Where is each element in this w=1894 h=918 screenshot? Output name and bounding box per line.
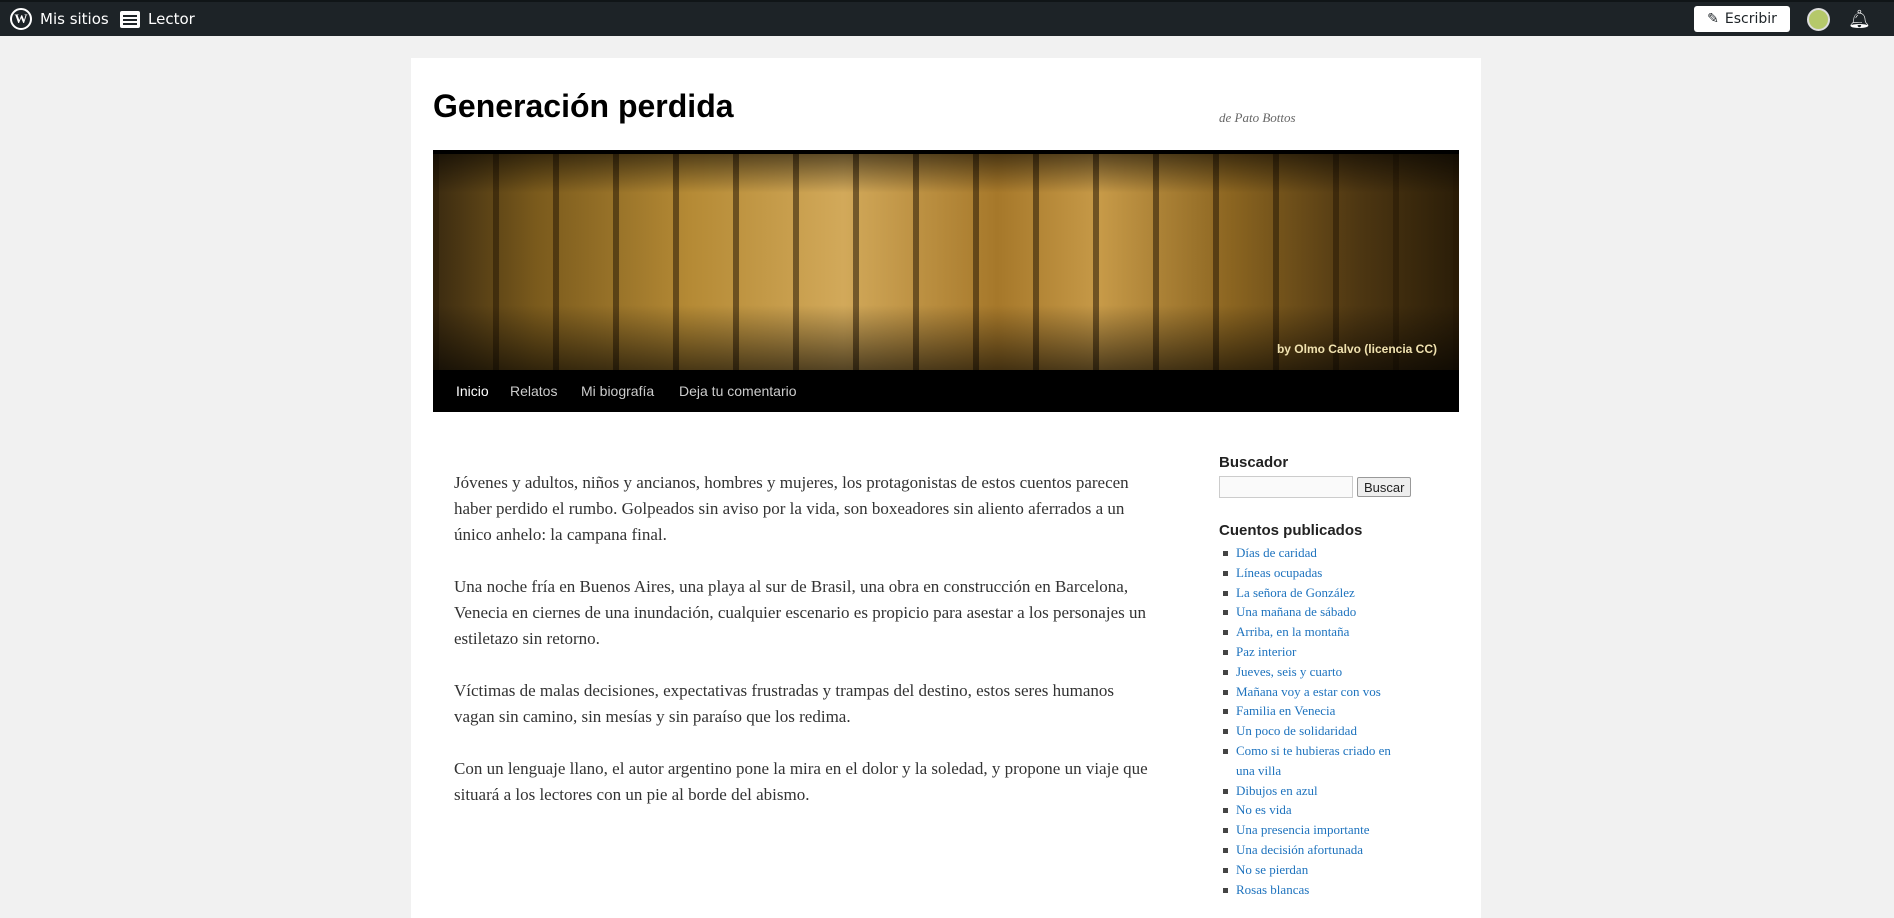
write-button[interactable]: ✎ Escribir: [1694, 6, 1790, 32]
page-container: Generación perdida de Pato Bottos by Olm…: [411, 58, 1481, 918]
story-link[interactable]: Arriba, en la montaña: [1219, 622, 1409, 642]
header-image: by Olmo Calvo (licencia CC): [433, 150, 1459, 370]
pen-icon: ✎: [1707, 11, 1719, 27]
search-widget-title: Buscador: [1219, 454, 1289, 471]
story-link[interactable]: No es vida: [1219, 800, 1409, 820]
avatar[interactable]: [1807, 8, 1830, 31]
my-sites-label: Mis sitios: [40, 10, 109, 28]
menu-item-biografia[interactable]: Mi biografía: [581, 370, 654, 412]
stories-list: Días de caridad Líneas ocupadas La señor…: [1219, 543, 1409, 899]
story-link[interactable]: Días de caridad: [1219, 543, 1409, 563]
content-paragraph: Jóvenes y adultos, niños y ancianos, hom…: [454, 473, 1129, 544]
story-link[interactable]: Como si te hubieras criado en una villa: [1219, 741, 1409, 781]
search-button[interactable]: Buscar: [1357, 477, 1412, 497]
sidebar: Buscador Buscar Cuentos publicados Días …: [1219, 454, 1412, 899]
story-link[interactable]: Mañana voy a estar con vos: [1219, 682, 1409, 702]
menu-item-inicio[interactable]: Inicio: [456, 370, 489, 412]
story-link[interactable]: Una decisión afortunada: [1219, 840, 1409, 860]
my-sites-button[interactable]: W Mis sitios: [10, 2, 109, 36]
reader-icon: [120, 10, 140, 28]
site-description: de Pato Bottos: [1219, 110, 1296, 125]
story-link[interactable]: La señora de González: [1219, 583, 1409, 603]
wordpress-logo-icon: W: [10, 8, 32, 30]
story-link[interactable]: Un poco de solidaridad: [1219, 721, 1409, 741]
story-link[interactable]: No se pierdan: [1219, 860, 1409, 880]
write-label: Escribir: [1724, 11, 1777, 27]
story-link[interactable]: Una presencia importante: [1219, 820, 1409, 840]
header-image-credit: by Olmo Calvo (licencia CC): [1276, 342, 1437, 356]
search-form: Buscar: [1219, 476, 1412, 498]
story-link[interactable]: Dibujos en azul: [1219, 781, 1409, 801]
story-link[interactable]: Jueves, seis y cuarto: [1219, 662, 1409, 682]
reader-button[interactable]: Lector: [120, 2, 195, 36]
main-menu: Inicio Relatos Mi biografía Deja tu come…: [433, 370, 1459, 412]
menu-item-relatos[interactable]: Relatos: [510, 370, 557, 412]
story-link[interactable]: Paz interior: [1219, 642, 1409, 662]
story-link[interactable]: Líneas ocupadas: [1219, 563, 1409, 583]
content-paragraph: Con un lenguaje llano, el autor argentin…: [454, 759, 1148, 804]
menu-item-comentario[interactable]: Deja tu comentario: [679, 370, 797, 412]
admin-bar: W Mis sitios Lector ✎ Escribir 🔔︎: [0, 0, 1894, 36]
main-content: Jóvenes y adultos, niños y ancianos, hom…: [454, 470, 1154, 834]
content-paragraph: Víctimas de malas decisiones, expectativ…: [454, 681, 1114, 726]
site-title[interactable]: Generación perdida: [433, 88, 734, 125]
notifications-bell-icon[interactable]: 🔔︎: [1848, 9, 1871, 30]
story-link[interactable]: Una mañana de sábado: [1219, 602, 1409, 622]
reader-label: Lector: [148, 10, 195, 28]
story-link[interactable]: Familia en Venecia: [1219, 701, 1409, 721]
content-paragraph: Una noche fría en Buenos Aires, una play…: [454, 577, 1146, 648]
search-input[interactable]: [1219, 476, 1353, 498]
stories-widget-title: Cuentos publicados: [1219, 522, 1363, 539]
story-link[interactable]: Rosas blancas: [1219, 880, 1409, 900]
